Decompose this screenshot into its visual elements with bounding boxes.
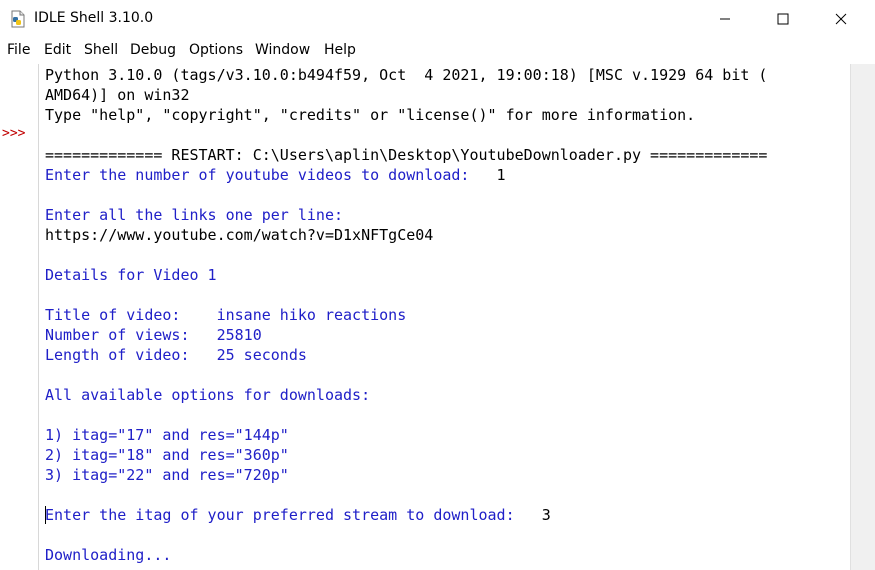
vertical-scrollbar[interactable]: [850, 64, 875, 570]
itag-question: Enter the itag of your preferred stream …: [45, 506, 542, 524]
option-line-1: 1) itag="17" and res="144p": [45, 426, 289, 444]
details-heading: Details for Video 1: [45, 266, 217, 284]
text-cursor: [45, 506, 46, 524]
shell-prompt: >>>: [2, 126, 26, 141]
title-bar: IDLE Shell 3.10.0: [0, 0, 875, 38]
menu-window[interactable]: Window: [255, 42, 310, 58]
option-line-3: 3) itag="22" and res="720p": [45, 466, 289, 484]
banner-line-2: AMD64)] on win32: [45, 86, 190, 104]
prompt-gutter: >>>: [0, 64, 38, 570]
minimize-button[interactable]: [696, 0, 754, 38]
links-question: Enter all the links one per line:: [45, 206, 344, 224]
restart-line: ============= RESTART: C:\Users\aplin\De…: [45, 146, 768, 164]
window-title: IDLE Shell 3.10.0: [34, 10, 154, 26]
menu-help[interactable]: Help: [324, 42, 356, 58]
maximize-button[interactable]: [754, 0, 812, 38]
count-question: Enter the number of youtube videos to do…: [45, 166, 497, 184]
option-line-2: 2) itag="18" and res="360p": [45, 446, 289, 464]
menu-edit[interactable]: Edit: [44, 42, 71, 58]
menu-file[interactable]: File: [7, 42, 30, 58]
banner-line-3: Type "help", "copyright", "credits" or "…: [45, 106, 696, 124]
shell-text-area[interactable]: Python 3.10.0 (tags/v3.10.0:b494f59, Oct…: [38, 64, 849, 570]
video-views-line: Number of views: 25810: [45, 326, 262, 344]
menu-shell[interactable]: Shell: [84, 42, 118, 58]
count-prompt-line: Enter the number of youtube videos to do…: [45, 165, 506, 185]
menu-debug[interactable]: Debug: [130, 42, 176, 58]
menu-options[interactable]: Options: [189, 42, 243, 58]
count-answer: 1: [496, 166, 506, 184]
close-button[interactable]: [812, 0, 870, 38]
maximize-icon: [777, 13, 789, 25]
python-idle-icon: [11, 10, 25, 28]
options-heading: All available options for downloads:: [45, 386, 371, 404]
banner-line-1: Python 3.10.0 (tags/v3.10.0:b494f59, Oct…: [45, 66, 768, 84]
downloading-line: Downloading...: [45, 546, 172, 564]
video-title-line: Title of video: insane hiko reactions: [45, 306, 407, 324]
video-length-line: Length of video: 25 seconds: [45, 346, 307, 364]
link-answer: https://www.youtube.com/watch?v=D1xNFTgC…: [45, 226, 434, 244]
minimize-icon: [720, 18, 730, 20]
itag-answer: 3: [541, 506, 551, 524]
close-icon: [835, 13, 847, 25]
menu-bar: File Edit Shell Debug Options Window Hel…: [0, 39, 875, 61]
itag-prompt-line: Enter the itag of your preferred stream …: [45, 505, 551, 525]
